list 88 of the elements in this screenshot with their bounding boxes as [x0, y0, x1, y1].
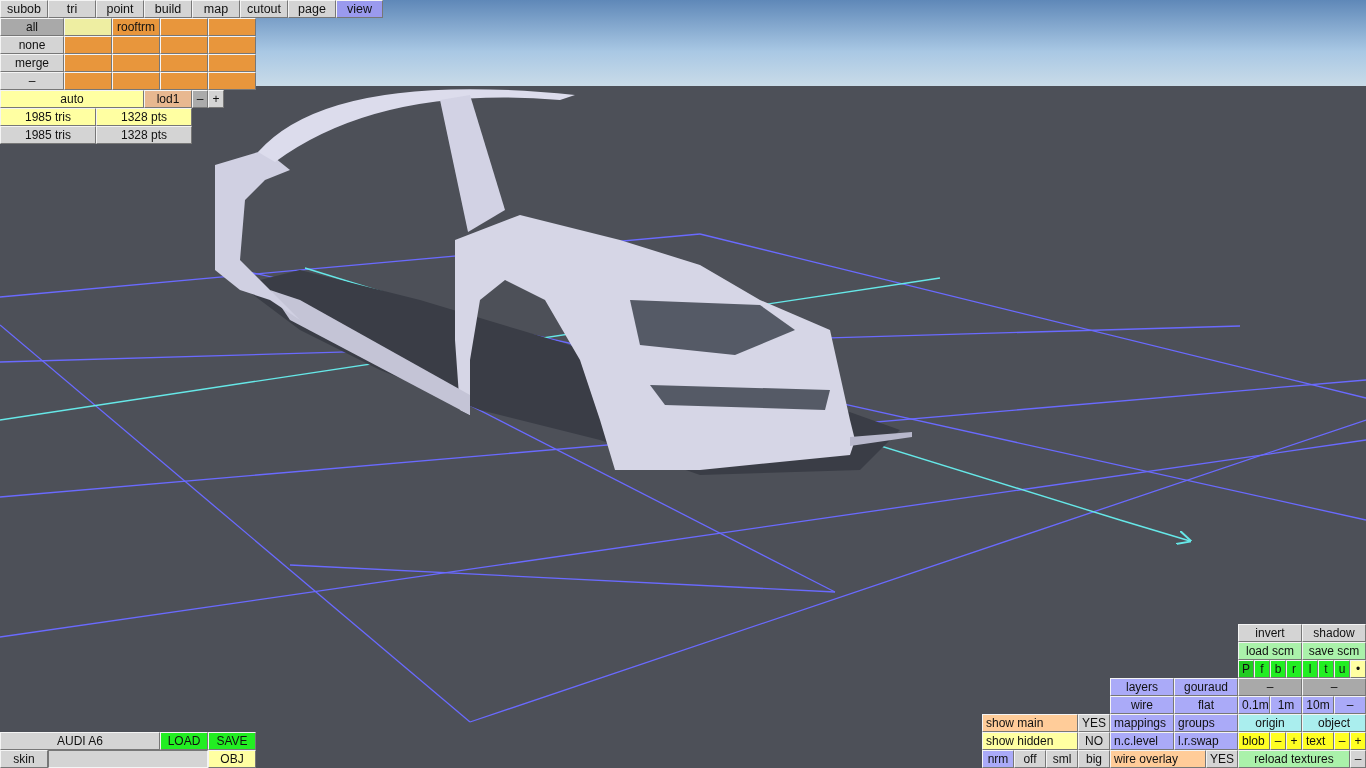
panel-button[interactable]: gouraud: [1174, 678, 1238, 696]
panel-button[interactable]: –: [1334, 732, 1350, 750]
panel-button[interactable]: 1328 pts: [96, 126, 192, 144]
panel-button[interactable]: –: [1238, 678, 1302, 696]
layer-slot[interactable]: [208, 72, 256, 90]
layer-slot[interactable]: [160, 72, 208, 90]
panel-button[interactable]: show hidden: [982, 732, 1078, 750]
panel-button[interactable]: n.c.level: [1110, 732, 1174, 750]
panel-button[interactable]: load scm: [1238, 642, 1302, 660]
panel-button[interactable]: rooftrm: [112, 18, 160, 36]
panel-button[interactable]: merge: [0, 54, 64, 72]
panel-button[interactable]: b: [1270, 660, 1286, 678]
panel-button[interactable]: –: [192, 90, 208, 108]
layer-slot[interactable]: [112, 72, 160, 90]
panel-button[interactable]: sml: [1046, 750, 1078, 768]
panel-button[interactable]: layers: [1110, 678, 1174, 696]
panel-button[interactable]: all: [0, 18, 64, 36]
panel-button[interactable]: none: [0, 36, 64, 54]
panel-button[interactable]: P: [1238, 660, 1254, 678]
panel-button[interactable]: u: [1334, 660, 1350, 678]
layer-slot[interactable]: [64, 72, 112, 90]
panel-button[interactable]: 1985 tris: [0, 108, 96, 126]
panel-button[interactable]: reload textures: [1238, 750, 1350, 768]
panel-button[interactable]: –: [1302, 678, 1366, 696]
panel-button[interactable]: mappings: [1110, 714, 1174, 732]
panel-button[interactable]: l: [1302, 660, 1318, 678]
panel-button[interactable]: 0.1m: [1238, 696, 1270, 714]
panel-button[interactable]: NO: [1078, 732, 1110, 750]
panel-button[interactable]: groups: [1174, 714, 1238, 732]
layer-slot[interactable]: [64, 36, 112, 54]
layer-slot[interactable]: [64, 18, 112, 36]
panel-button[interactable]: show main: [982, 714, 1078, 732]
panel-button[interactable]: YES: [1078, 714, 1110, 732]
panel-button[interactable]: 10m: [1302, 696, 1334, 714]
panel-button[interactable]: –: [1270, 732, 1286, 750]
panel-button[interactable]: nrm: [982, 750, 1014, 768]
tab[interactable]: cutout: [240, 0, 288, 18]
panel-button[interactable]: f: [1254, 660, 1270, 678]
panel-button[interactable]: l.r.swap: [1174, 732, 1238, 750]
panel-button[interactable]: YES: [1206, 750, 1238, 768]
panel-button[interactable]: SAVE: [208, 732, 256, 750]
tab[interactable]: build: [144, 0, 192, 18]
panel-button[interactable]: skin: [0, 750, 48, 768]
text-field[interactable]: [48, 750, 208, 768]
panel-button[interactable]: invert: [1238, 624, 1302, 642]
layer-slot[interactable]: [64, 54, 112, 72]
layer-slot[interactable]: [160, 54, 208, 72]
panel-button[interactable]: OBJ: [208, 750, 256, 768]
tab[interactable]: subob: [0, 0, 48, 18]
tab[interactable]: map: [192, 0, 240, 18]
tab[interactable]: tri: [48, 0, 96, 18]
panel-button[interactable]: +: [208, 90, 224, 108]
panel-button[interactable]: save scm: [1302, 642, 1366, 660]
panel-button[interactable]: 1985 tris: [0, 126, 96, 144]
tab[interactable]: point: [96, 0, 144, 18]
layer-slot[interactable]: [160, 36, 208, 54]
layer-slot[interactable]: [112, 54, 160, 72]
panel-button[interactable]: –: [1334, 696, 1366, 714]
panel-button[interactable]: off: [1014, 750, 1046, 768]
layer-slot[interactable]: [208, 36, 256, 54]
panel-button[interactable]: blob: [1238, 732, 1270, 750]
panel-button[interactable]: wire: [1110, 696, 1174, 714]
tab[interactable]: view: [336, 0, 383, 18]
panel-button[interactable]: –: [1350, 750, 1366, 768]
layer-slot[interactable]: [208, 54, 256, 72]
panel-button[interactable]: 1328 pts: [96, 108, 192, 126]
panel-button[interactable]: •: [1350, 660, 1366, 678]
panel-button[interactable]: LOAD: [160, 732, 208, 750]
panel-button[interactable]: –: [0, 72, 64, 90]
panel-button[interactable]: lod1: [144, 90, 192, 108]
panel-button[interactable]: text: [1302, 732, 1334, 750]
panel-button[interactable]: 1m: [1270, 696, 1302, 714]
panel-button[interactable]: +: [1286, 732, 1302, 750]
panel-button[interactable]: shadow: [1302, 624, 1366, 642]
panel-button[interactable]: origin: [1238, 714, 1302, 732]
panel-button[interactable]: flat: [1174, 696, 1238, 714]
panel-button[interactable]: auto: [0, 90, 144, 108]
panel-button[interactable]: r: [1286, 660, 1302, 678]
layer-slot[interactable]: [160, 18, 208, 36]
panel-button[interactable]: big: [1078, 750, 1110, 768]
panel-button[interactable]: +: [1350, 732, 1366, 750]
tab[interactable]: page: [288, 0, 336, 18]
layer-slot[interactable]: [112, 36, 160, 54]
panel-button[interactable]: AUDI A6: [0, 732, 160, 750]
panel-button[interactable]: t: [1318, 660, 1334, 678]
layer-slot[interactable]: [208, 18, 256, 36]
panel-button[interactable]: wire overlay: [1110, 750, 1206, 768]
panel-button[interactable]: object: [1302, 714, 1366, 732]
